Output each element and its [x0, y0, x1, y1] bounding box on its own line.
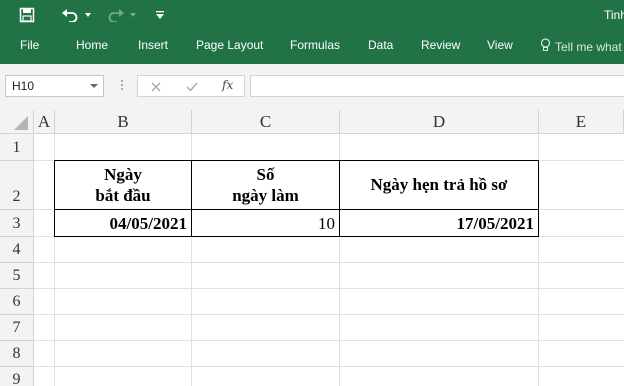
name-box[interactable]: H10 [5, 75, 104, 97]
cell-d2-text: Ngày hẹn trả hồ sơ [370, 175, 508, 194]
cell-b2-line2: bắt đầu [95, 186, 151, 205]
formula-bar-area: H10 fx [0, 64, 624, 110]
column-header-e[interactable]: E [539, 110, 624, 134]
tab-page-layout[interactable]: Page Layout [196, 38, 263, 52]
row-header-3[interactable]: 3 [0, 210, 34, 237]
tab-insert[interactable]: Insert [138, 38, 168, 52]
formula-bar-splitter[interactable] [121, 80, 123, 94]
customize-qat-icon[interactable] [154, 5, 166, 25]
row-header-2[interactable]: 2 [0, 161, 34, 210]
row-header-5[interactable]: 5 [0, 263, 34, 289]
formula-buttons: fx [137, 75, 245, 97]
ribbon-tabs: File Home Insert Page Layout Formulas Da… [0, 32, 624, 64]
cell-b2[interactable]: Ngày bắt đầu [54, 160, 192, 210]
column-header-a[interactable]: A [34, 110, 55, 134]
tab-formulas[interactable]: Formulas [290, 38, 340, 52]
column-header-b[interactable]: B [55, 110, 192, 134]
select-all-corner[interactable] [0, 110, 34, 134]
insert-function-button[interactable]: fx [222, 78, 233, 92]
tab-data[interactable]: Data [368, 38, 393, 52]
title-bar: Tinh [0, 0, 624, 32]
tab-file[interactable]: File [20, 38, 39, 52]
row-header-8[interactable]: 8 [0, 341, 34, 367]
name-box-value: H10 [12, 79, 35, 93]
row-header-1[interactable]: 1 [0, 134, 34, 161]
column-header-d[interactable]: D [340, 110, 539, 134]
cell-b2-line1: Ngày [104, 165, 142, 184]
row-header-9[interactable]: 9 [0, 367, 34, 386]
row-header-7[interactable]: 7 [0, 315, 34, 341]
lightbulb-icon [540, 38, 555, 55]
tab-view[interactable]: View [487, 38, 513, 52]
cancel-icon[interactable] [148, 79, 164, 95]
cell-c2[interactable]: Số ngày làm [191, 160, 340, 210]
cell-c2-line2: ngày làm [232, 186, 299, 205]
row-header-6[interactable]: 6 [0, 289, 34, 315]
cell-c2-line1: Số [256, 165, 275, 184]
redo-icon[interactable] [104, 5, 128, 25]
spreadsheet-grid[interactable]: A B C D E 1 2 3 4 5 6 7 8 9 Ngày bắt đầu… [0, 110, 624, 386]
name-box-dropdown-icon[interactable] [90, 84, 98, 88]
undo-icon[interactable] [58, 5, 82, 25]
tab-home[interactable]: Home [76, 38, 108, 52]
column-header-c[interactable]: C [192, 110, 340, 134]
cell-c3[interactable]: 10 [191, 209, 340, 237]
tell-me-search[interactable]: Tell me what [540, 38, 622, 55]
window-title: Tinh [604, 8, 624, 22]
tab-review[interactable]: Review [421, 38, 460, 52]
cell-d3[interactable]: 17/05/2021 [339, 209, 539, 237]
undo-dropdown-icon[interactable] [84, 5, 92, 25]
enter-check-icon[interactable] [184, 79, 200, 95]
cell-b3[interactable]: 04/05/2021 [54, 209, 192, 237]
save-icon[interactable] [16, 5, 38, 25]
redo-dropdown-icon[interactable] [129, 5, 137, 25]
formula-input[interactable] [250, 75, 624, 97]
cell-d2[interactable]: Ngày hẹn trả hồ sơ [339, 160, 539, 210]
tell-me-label: Tell me what [555, 39, 622, 54]
row-header-4[interactable]: 4 [0, 237, 34, 263]
